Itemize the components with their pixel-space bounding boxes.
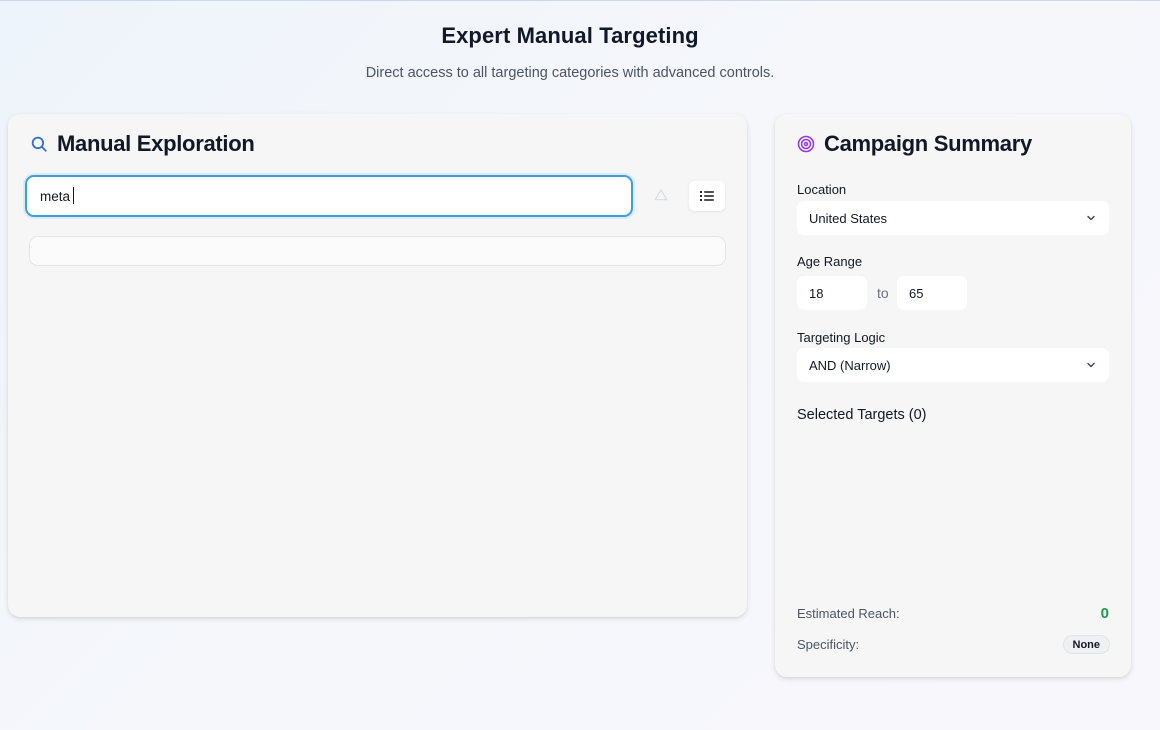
- manual-exploration-title: Manual Exploration: [57, 131, 255, 156]
- warning-icon: [654, 188, 668, 202]
- search-icon: [29, 134, 49, 154]
- selected-targets-title: Selected Targets (0): [797, 407, 927, 423]
- text-caret: [73, 187, 74, 204]
- list-view-button[interactable]: [689, 181, 725, 211]
- age-max-input[interactable]: [897, 276, 967, 310]
- estimated-reach-label: Estimated Reach:: [797, 606, 900, 621]
- list-icon: [700, 190, 714, 202]
- page-title: Expert Manual Targeting: [441, 23, 699, 48]
- targeting-logic-select[interactable]: AND (Narrow): [797, 348, 1109, 382]
- manual-exploration-heading: Manual Exploration: [29, 131, 255, 157]
- estimated-reach-value: 0: [1100, 605, 1109, 622]
- page-subtitle: Direct access to all targeting categorie…: [365, 65, 775, 81]
- search-input[interactable]: [25, 175, 633, 217]
- location-select[interactable]: United States: [797, 201, 1109, 235]
- age-range-label: Age Range: [797, 254, 863, 269]
- age-min-input[interactable]: [797, 276, 867, 310]
- location-value: United States: [809, 210, 888, 226]
- search-results-container: [29, 236, 726, 266]
- manual-exploration-panel: Manual Exploration: [8, 114, 747, 617]
- chevron-down-icon: [1085, 359, 1097, 371]
- chevron-down-icon: [1085, 212, 1097, 224]
- target-icon: [796, 134, 816, 154]
- location-label: Location: [797, 182, 847, 197]
- age-separator: to: [877, 285, 889, 301]
- targeting-logic-value: AND (Narrow): [809, 357, 891, 373]
- page-header: Expert Manual Targeting Direct access to…: [0, 23, 1140, 81]
- specificity-badge: None: [1062, 635, 1110, 654]
- targeting-logic-label: Targeting Logic: [797, 330, 886, 345]
- campaign-summary-title: Campaign Summary: [824, 131, 1032, 156]
- specificity-label: Specificity:: [797, 637, 860, 652]
- campaign-summary-panel: Campaign Summary Location United States …: [775, 114, 1131, 677]
- campaign-summary-heading: Campaign Summary: [796, 131, 1032, 157]
